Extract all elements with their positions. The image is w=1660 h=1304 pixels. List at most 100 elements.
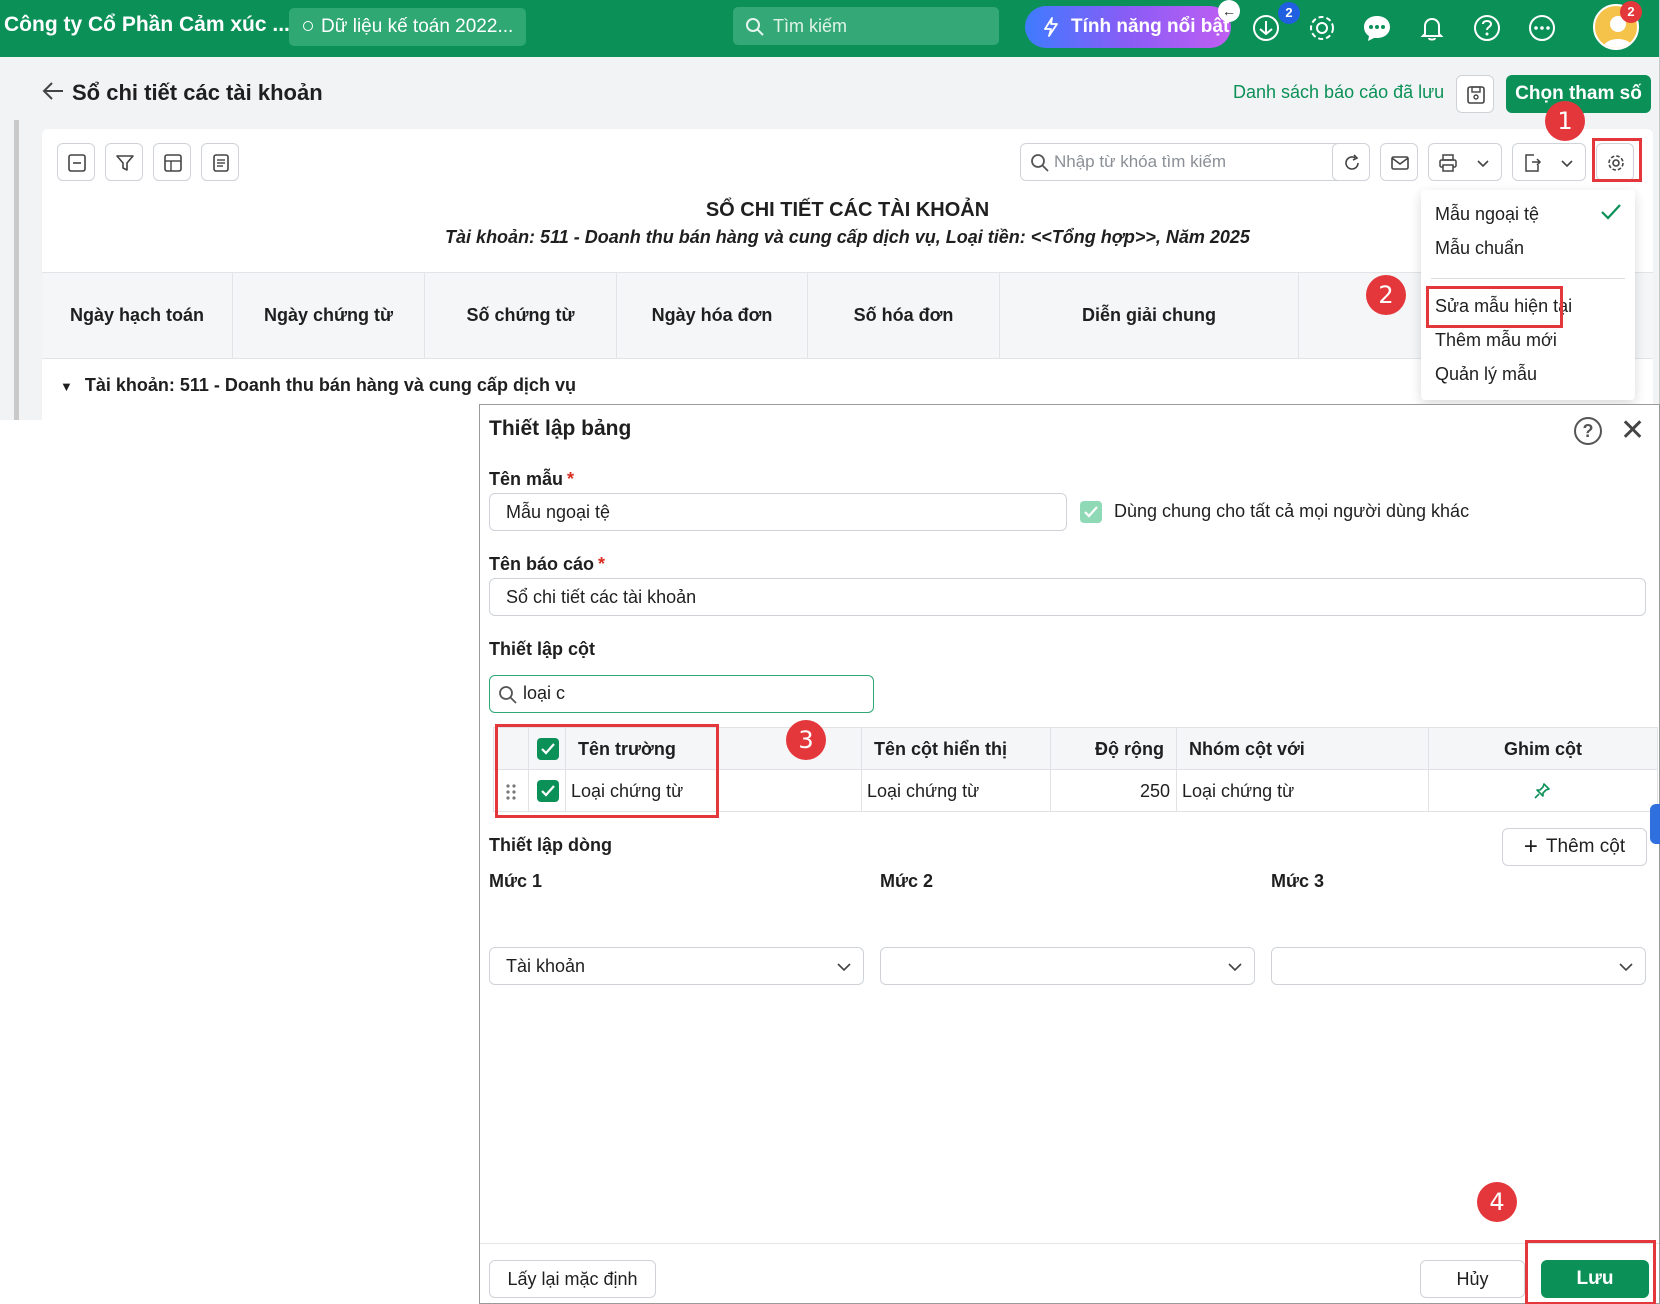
report-column-headers: Ngày hạch toán Ngày chứng từ Số chứng từ… bbox=[42, 272, 1653, 359]
save-report-button[interactable] bbox=[1456, 75, 1494, 113]
download-icon[interactable] bbox=[1250, 12, 1282, 44]
menu-divider bbox=[1431, 278, 1625, 279]
filter-button[interactable] bbox=[105, 143, 143, 181]
plus-icon: + bbox=[1523, 833, 1538, 860]
dialog-title: Thiết lập bảng bbox=[489, 417, 632, 440]
back-arrow-icon[interactable] bbox=[41, 80, 65, 102]
step-marker: 3 bbox=[786, 720, 826, 760]
column-header[interactable]: Ngày hạch toán bbox=[42, 273, 233, 358]
export-button[interactable] bbox=[1512, 143, 1586, 181]
column-header[interactable]: Diễn giải chung bbox=[1000, 273, 1299, 358]
page-title: Sổ chi tiết các tài khoản bbox=[72, 80, 323, 105]
bell-icon[interactable] bbox=[1416, 12, 1448, 44]
header-pin: Ghim cột bbox=[1503, 739, 1582, 759]
scrollbar[interactable] bbox=[14, 120, 19, 420]
data-selector[interactable]: Dữ liệu kế toán 2022... bbox=[289, 8, 526, 46]
display-name-cell[interactable]: Loại chứng từ bbox=[862, 770, 1051, 812]
check-icon bbox=[1084, 506, 1098, 518]
print-button[interactable] bbox=[1428, 143, 1502, 181]
share-checkbox[interactable] bbox=[1080, 501, 1102, 523]
reset-default-button[interactable]: Lấy lại mặc định bbox=[489, 1260, 656, 1298]
dialog-footer-divider bbox=[480, 1243, 1659, 1244]
report-name-label: Tên báo cáo * bbox=[489, 554, 605, 575]
level-1-value: Tài khoản bbox=[506, 956, 586, 976]
collapse-icon bbox=[68, 154, 86, 172]
menu-item-standard[interactable]: Mẫu chuẩn bbox=[1435, 238, 1524, 259]
featured-label: Tính năng nổi bật bbox=[1071, 16, 1230, 37]
refresh-button[interactable] bbox=[1332, 143, 1370, 181]
template-name-label-text: Tên mẫu bbox=[489, 469, 564, 489]
page-header: Sổ chi tiết các tài khoản Danh sách báo … bbox=[15, 57, 1659, 127]
export-icon bbox=[1525, 154, 1542, 172]
header-group-with: Nhóm cột với bbox=[1177, 728, 1429, 770]
chevron-down-icon bbox=[1619, 963, 1633, 972]
required-mark: * bbox=[567, 469, 575, 489]
company-name[interactable]: Công ty Cổ Phần Cảm xúc ... bbox=[4, 13, 290, 37]
column-header[interactable]: Số hóa đơn bbox=[808, 273, 1000, 358]
close-icon[interactable]: ✕ bbox=[1620, 416, 1645, 446]
column-header[interactable]: Ngày chứng từ bbox=[233, 273, 425, 358]
featured-button[interactable]: Tính năng nổi bật bbox=[1025, 6, 1231, 48]
global-search[interactable]: Tìm kiếm bbox=[733, 7, 999, 45]
side-panel-toggle[interactable] bbox=[1650, 804, 1660, 844]
level-1-select[interactable]: Tài khoản bbox=[489, 947, 864, 985]
highlight-box bbox=[1525, 1240, 1656, 1304]
chevron-down-icon bbox=[1228, 963, 1242, 972]
app-window: Công ty Cổ Phần Cảm xúc ... Dữ liệu kế t… bbox=[0, 0, 1660, 420]
notes-button[interactable] bbox=[201, 143, 239, 181]
filter-icon bbox=[116, 155, 134, 171]
menu-item-add-new[interactable]: Thêm mẫu mới bbox=[1435, 330, 1557, 351]
row-setup-label: Thiết lập dòng bbox=[489, 835, 612, 855]
document-icon bbox=[213, 154, 229, 172]
width-cell[interactable]: 250 bbox=[1051, 770, 1177, 812]
collapse-arrow-icon[interactable]: ← bbox=[1218, 0, 1240, 22]
add-column-label: Thêm cột bbox=[1545, 836, 1626, 857]
search-icon bbox=[1031, 154, 1049, 172]
table-layout-button[interactable] bbox=[153, 143, 191, 181]
check-icon bbox=[1601, 204, 1621, 220]
help-icon[interactable] bbox=[1471, 12, 1503, 44]
menu-item-foreign-currency[interactable]: Mẫu ngoại tệ bbox=[1435, 204, 1539, 225]
report-search-input[interactable]: Nhập từ khóa tìm kiếm bbox=[1020, 143, 1351, 181]
group-row[interactable]: ▼ Tài khoản: 511 - Doanh thu bán hàng và … bbox=[60, 375, 576, 396]
top-bar: Công ty Cổ Phần Cảm xúc ... Dữ liệu kế t… bbox=[0, 0, 1659, 57]
mail-icon bbox=[1391, 156, 1409, 170]
level-3-label: Mức 3 bbox=[1271, 871, 1325, 891]
email-button[interactable] bbox=[1380, 143, 1418, 181]
template-name-label: Tên mẫu * bbox=[489, 469, 574, 490]
template-name-input[interactable]: Mẫu ngoại tệ bbox=[489, 493, 1067, 531]
step-marker: 1 bbox=[1545, 101, 1585, 141]
group-with-cell[interactable]: Loại chứng từ bbox=[1177, 770, 1429, 812]
pin-cell bbox=[1429, 770, 1657, 812]
level-2-select[interactable] bbox=[880, 947, 1255, 985]
report-subtitle: Tài khoản: 511 - Doanh thu bán hàng và c… bbox=[445, 227, 1250, 247]
column-header[interactable]: Ngày hóa đơn bbox=[617, 273, 808, 358]
saved-reports-link[interactable]: Danh sách báo cáo đã lưu bbox=[1233, 82, 1444, 103]
group-row-label: Tài khoản: 511 - Doanh thu bán hàng và c… bbox=[84, 375, 576, 395]
settings-icon[interactable] bbox=[1306, 12, 1338, 44]
floppy-icon bbox=[1467, 86, 1485, 104]
pin-icon[interactable] bbox=[1533, 782, 1551, 800]
collapse-button[interactable] bbox=[57, 143, 95, 181]
more-icon[interactable] bbox=[1526, 12, 1558, 44]
table-setup-dialog: Thiết lập bảng ? ✕ Tên mẫu * Mẫu ngoại tệ… bbox=[479, 404, 1660, 1304]
level-3-select[interactable] bbox=[1271, 947, 1646, 985]
chat-icon[interactable] bbox=[1361, 12, 1393, 44]
cancel-button[interactable]: Hủy bbox=[1420, 1260, 1525, 1298]
expand-triangle-icon: ▼ bbox=[60, 379, 73, 394]
add-column-button[interactable]: + Thêm cột bbox=[1502, 828, 1647, 866]
chevron-down-icon bbox=[1477, 160, 1489, 168]
table-icon bbox=[164, 154, 182, 172]
search-icon bbox=[746, 18, 764, 36]
global-search-placeholder: Tìm kiếm bbox=[773, 16, 847, 36]
column-search-input[interactable]: loại c bbox=[489, 675, 874, 713]
lightning-icon bbox=[1044, 17, 1058, 37]
column-header[interactable]: Số chứng từ bbox=[425, 273, 617, 358]
help-icon[interactable]: ? bbox=[1574, 417, 1602, 445]
highlight-box bbox=[1426, 286, 1563, 328]
chevron-down-icon bbox=[1561, 160, 1573, 168]
report-name-input[interactable]: Sổ chi tiết các tài khoản bbox=[489, 578, 1646, 616]
menu-item-manage[interactable]: Quản lý mẫu bbox=[1435, 364, 1537, 385]
report-name-label-text: Tên báo cáo bbox=[489, 554, 595, 574]
column-setup-label: Thiết lập cột bbox=[489, 639, 596, 659]
